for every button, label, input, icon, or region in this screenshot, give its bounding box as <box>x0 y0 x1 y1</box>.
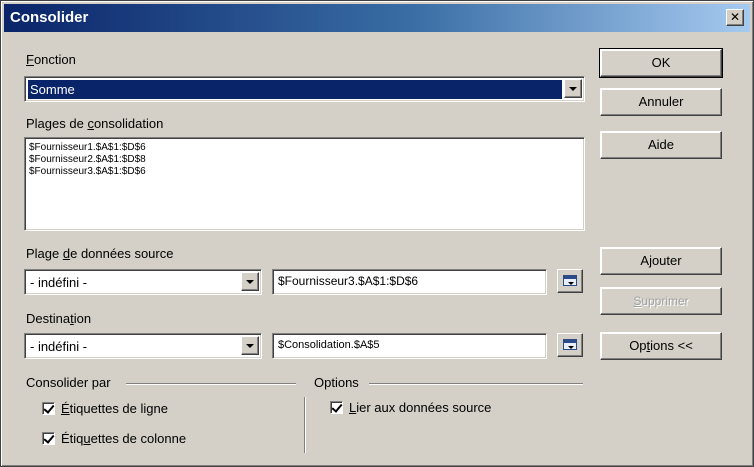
plages-listbox[interactable]: $Fournisseur1.$A$1:$D$6 $Fournisseur2.$A… <box>24 137 585 231</box>
row-labels-label: Étiquettes de ligne <box>61 401 168 416</box>
source-range-value: $Fournisseur3.$A$1:$D$6 <box>278 274 419 288</box>
close-icon[interactable]: ✕ <box>726 9 744 26</box>
chevron-down-icon[interactable] <box>564 79 582 98</box>
source-label: Plage de données source <box>26 246 174 261</box>
options-toggle-button[interactable]: Options << <box>600 332 722 360</box>
fonction-combobox[interactable]: Somme <box>24 76 585 102</box>
fonction-label: Fonction <box>26 52 76 67</box>
col-labels-label: Étiquettes de colonne <box>61 431 187 446</box>
list-item[interactable]: $Fournisseur2.$A$1:$D$8 <box>25 154 584 166</box>
consolider-dialog: Consolider ✕ Fonction Somme Plages de co… <box>0 0 754 467</box>
destination-combobox[interactable]: - indéfini - <box>24 333 262 359</box>
ok-button[interactable]: OK <box>599 48 723 78</box>
link-source-checkbox[interactable] <box>330 401 343 414</box>
source-range-input[interactable]: $Fournisseur3.$A$1:$D$6 <box>272 269 547 295</box>
consolider-par-label: Consolider par <box>26 375 111 390</box>
shrink-destination-button[interactable] <box>557 333 583 357</box>
chevron-down-icon[interactable] <box>241 336 259 355</box>
vertical-separator <box>304 397 306 453</box>
source-combobox[interactable]: - indéfini - <box>24 269 262 295</box>
shrink-dialog-icon <box>563 275 577 286</box>
supprimer-button[interactable]: Supprimer <box>600 287 722 315</box>
shrink-source-button[interactable] <box>557 269 583 293</box>
row-labels-checkbox[interactable] <box>42 402 55 415</box>
group-divider <box>126 383 296 385</box>
shrink-dialog-icon <box>563 339 577 350</box>
title-bar[interactable]: Consolider ✕ <box>4 4 750 32</box>
annuler-button[interactable]: Annuler <box>600 88 722 116</box>
destination-combo-value: - indéfini - <box>30 339 88 354</box>
list-item[interactable]: $Fournisseur1.$A$1:$D$6 <box>25 142 584 154</box>
ajouter-button[interactable]: Ajouter <box>600 247 722 275</box>
plages-label: Plages de consolidation <box>26 116 164 131</box>
destination-label: Destination <box>26 311 92 326</box>
window-title: Consolider <box>10 9 89 26</box>
source-combo-value: - indéfini - <box>30 275 88 290</box>
fonction-value: Somme <box>28 80 562 99</box>
options-group-label: Options <box>314 375 359 390</box>
destination-value: $Consolidation.$A$5 <box>278 339 380 351</box>
chevron-down-icon[interactable] <box>241 272 259 291</box>
col-labels-checkbox[interactable] <box>42 432 55 445</box>
destination-input[interactable]: $Consolidation.$A$5 <box>272 333 547 359</box>
link-source-label: Lier aux données source <box>349 400 492 415</box>
group-divider <box>369 383 583 385</box>
list-item[interactable]: $Fournisseur3.$A$1:$D$6 <box>25 166 584 178</box>
aide-button[interactable]: Aide <box>600 131 722 159</box>
